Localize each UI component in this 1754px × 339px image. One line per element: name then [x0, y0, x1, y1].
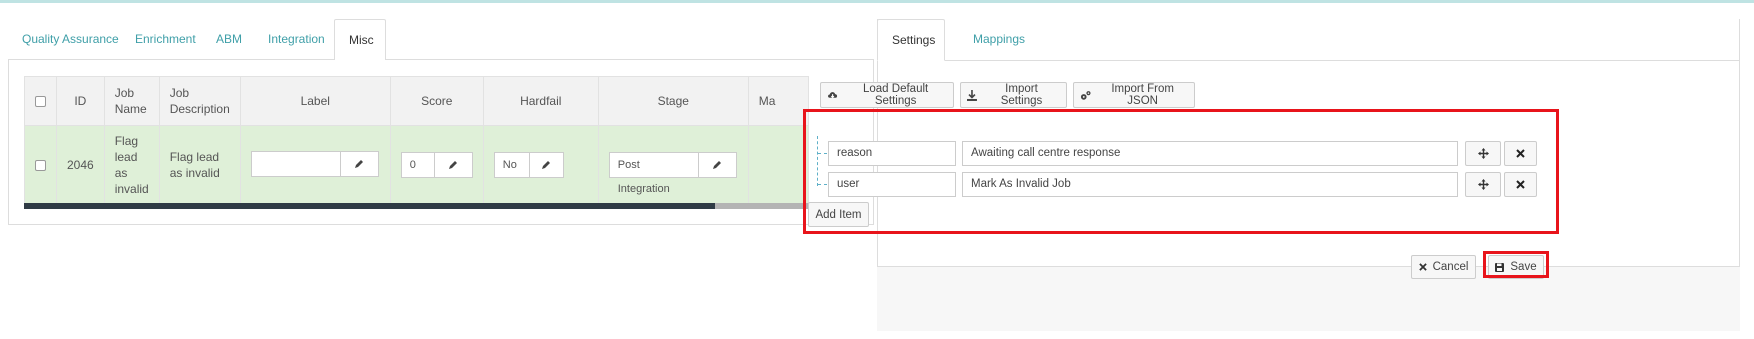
cloud-download-icon [828, 92, 838, 99]
close-icon [1418, 263, 1427, 271]
jobs-table: ID Job Name Job Description Label Score … [24, 76, 809, 205]
settings-footer [877, 266, 1740, 331]
column-score[interactable]: Score [389, 76, 484, 126]
table-horizontal-scrollbar[interactable] [24, 203, 856, 209]
hardfail-value: No [494, 153, 529, 177]
row-stage-cell: Post Integration [597, 125, 749, 205]
column-stage[interactable]: Stage [597, 76, 749, 126]
pencil-icon[interactable] [433, 153, 472, 177]
scrollbar-thumb[interactable] [24, 203, 715, 209]
tab-enrichment[interactable]: Enrichment [121, 19, 210, 60]
import-from-json-button[interactable]: Import From JSON [1073, 82, 1195, 108]
label-editor[interactable] [250, 150, 379, 177]
column-job-name[interactable]: Job Name [103, 76, 160, 126]
column-hardfail[interactable]: Hardfail [482, 76, 599, 126]
cancel-label: Cancel [1432, 261, 1469, 273]
tab-integration[interactable]: Integration [254, 19, 339, 60]
tab-misc[interactable]: Misc [334, 19, 386, 61]
table-row[interactable]: 2046 Flag lead as invalid Flag lead as i… [24, 125, 809, 205]
label-value [251, 151, 340, 176]
tab-settings[interactable]: Settings [877, 19, 945, 61]
column-job-description[interactable]: Job Description [158, 76, 241, 126]
column-id[interactable]: ID [56, 76, 105, 126]
row-job-name: Flag lead as invalid [103, 125, 160, 205]
import-settings-label: Import Settings [1000, 83, 1043, 107]
jobs-grid: ID Job Name Job Description Label Score … [24, 76, 856, 208]
pencil-icon[interactable] [339, 151, 378, 176]
pencil-icon[interactable] [697, 153, 736, 177]
download-icon [967, 89, 977, 101]
row-job-description: Flag lead as invalid [158, 125, 241, 205]
row-checkbox[interactable] [24, 125, 57, 205]
import-settings-button[interactable]: Import Settings [960, 82, 1067, 108]
row-hardfail-cell: No [482, 125, 599, 205]
stage-value: Post Integration [609, 153, 698, 195]
tab-abm[interactable]: ABM [202, 19, 256, 60]
highlight-box [803, 109, 1559, 234]
pencil-icon[interactable] [528, 153, 563, 177]
save-highlight-box [1483, 251, 1549, 278]
row-more-cell [747, 125, 809, 205]
tab-quality-assurance[interactable]: Quality Assurance [8, 19, 133, 60]
row-score-cell: 0 [389, 125, 484, 205]
row-label-cell [239, 125, 391, 205]
column-more[interactable]: Ma [747, 76, 809, 126]
hardfail-editor[interactable]: No [493, 152, 564, 178]
cancel-button[interactable]: Cancel [1411, 255, 1476, 279]
select-all-checkbox[interactable] [24, 76, 57, 126]
tab-mappings[interactable]: Mappings [959, 19, 1039, 60]
score-editor[interactable]: 0 [400, 152, 473, 178]
stage-editor[interactable]: Post Integration [608, 152, 737, 195]
row-id: 2046 [56, 125, 105, 205]
score-value: 0 [401, 153, 434, 177]
left-tab-bar: Quality Assurance Enrichment ABM Integra… [8, 19, 874, 61]
load-default-settings-button[interactable]: Load Default Settings [820, 82, 954, 108]
top-accent-rule [0, 0, 1754, 3]
column-label[interactable]: Label [239, 76, 391, 126]
import-from-json-label: Import From JSON [1111, 83, 1174, 107]
load-default-settings-label: Load Default Settings [863, 83, 929, 107]
gears-icon [1080, 90, 1091, 100]
right-tab-bar: Settings Mappings [877, 19, 1740, 61]
table-header-row: ID Job Name Job Description Label Score … [24, 76, 809, 126]
